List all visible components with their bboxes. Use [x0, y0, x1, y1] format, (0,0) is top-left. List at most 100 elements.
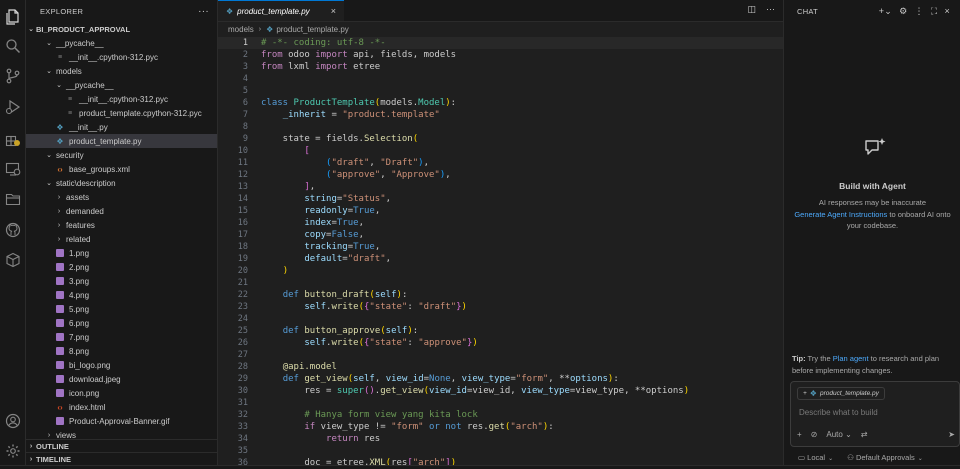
line-number: 2 [242, 50, 248, 60]
tree-item[interactable]: ≡ __init__.cpython-312.pyc [26, 92, 217, 106]
mode-picker[interactable]: Auto ⌄ [826, 430, 851, 439]
code-editor[interactable]: 1 # -*- coding: utf-8 -*- 2 from odoo impor… [218, 37, 783, 469]
search-icon[interactable] [4, 37, 22, 55]
code-token: if [304, 422, 316, 432]
line-number: 32 [237, 410, 248, 420]
breadcrumb-item-file[interactable]: product_template.py [276, 25, 349, 34]
more-actions-icon[interactable]: ⋮ [915, 6, 924, 17]
split-editor-icon[interactable]: ◫ [747, 4, 756, 15]
remote-explorer-icon[interactable] [4, 160, 22, 178]
code-token: super [336, 386, 364, 396]
folder-icon[interactable] [4, 190, 22, 208]
code-token: , [380, 170, 392, 180]
tree-item[interactable]: 6.png [26, 316, 217, 330]
tree-item[interactable]: Product-Approval-Banner.gif [26, 414, 217, 428]
project-root-folder[interactable]: ⌄ BI_PRODUCT_APPROVAL [26, 22, 217, 36]
code-line: 9 state = fields.Selection( [218, 133, 783, 145]
approvals-dropdown[interactable]: ⚇ Default Approvals ⌄ [847, 453, 923, 462]
code-token: : [548, 422, 554, 432]
tree-item-label: demanded [66, 206, 104, 216]
explorer-more-actions-button[interactable]: ··· [198, 6, 209, 17]
code-line: 17 copy=False, [218, 229, 783, 241]
code-line: 28 @api.model [218, 361, 783, 373]
tree-item[interactable]: 2.png [26, 260, 217, 274]
tree-item[interactable]: 3.png [26, 274, 217, 288]
tree-item[interactable]: 1.png [26, 246, 217, 260]
tree-item[interactable]: ⌄ __pycache__ [26, 78, 217, 92]
code-line: 22 def button_draft(self): [218, 289, 783, 301]
tree-item[interactable]: ❖ product_template.py [26, 134, 217, 148]
mode-label: Auto [826, 430, 843, 439]
line-number: 23 [237, 302, 248, 312]
code-line: 2 from odoo import api, fields, models [218, 49, 783, 61]
cube-extension-icon[interactable] [4, 251, 22, 269]
configure-tools-icon[interactable]: ⇄ [861, 430, 868, 439]
code-token: import [315, 50, 348, 60]
code-token: api, fields, models [347, 50, 457, 60]
run-debug-icon[interactable] [4, 98, 22, 116]
maximize-icon[interactable]: ⛶ [931, 6, 938, 17]
chat-input-placeholder[interactable]: Describe what to build [799, 408, 878, 417]
send-arrow-icon[interactable]: ➤ [948, 430, 955, 439]
tree-item[interactable]: download.jpeg [26, 372, 217, 386]
timeline-section[interactable]: › TIMELINE [26, 452, 217, 465]
add-context-plus-icon[interactable]: + [797, 430, 802, 439]
tree-item[interactable]: › related [26, 232, 217, 246]
tree-item[interactable]: bi_logo.png [26, 358, 217, 372]
explorer-files-icon[interactable] [4, 8, 22, 26]
code-token: button_approve [304, 326, 381, 336]
code-token: "Status" [342, 194, 386, 204]
github-icon[interactable] [4, 221, 22, 239]
more-actions-icon[interactable]: ··· [766, 4, 775, 15]
tree-item[interactable]: 8.png [26, 344, 217, 358]
tree-item-label: 2.png [69, 262, 90, 272]
tree-item[interactable]: › demanded [26, 204, 217, 218]
tree-item-label: security [56, 150, 84, 160]
plan-agent-link[interactable]: Plan agent [833, 354, 869, 363]
code-text: tracking=True, [261, 242, 380, 252]
outline-section[interactable]: › OUTLINE [26, 439, 217, 452]
tree-item[interactable]: › assets [26, 190, 217, 204]
tree-item[interactable]: ⌄ static\description [26, 176, 217, 190]
editor-tab-product-template[interactable]: ❖ product_template.py × [218, 0, 344, 21]
tree-item[interactable]: ⌄ security [26, 148, 217, 162]
source-control-icon[interactable] [4, 67, 22, 85]
editor-tab-bar: ❖ product_template.py × ◫ ··· [218, 0, 783, 22]
code-token: "arch" [510, 422, 543, 432]
code-token: readonly [304, 206, 348, 216]
line-number: 18 [237, 242, 248, 252]
tree-item[interactable]: ‹› index.html [26, 400, 217, 414]
tools-icon[interactable]: ⊘ [811, 430, 818, 439]
attached-file-chip[interactable]: + ❖ product_template.py [797, 387, 885, 400]
local-session-dropdown[interactable]: ▭ Local ⌄ [798, 453, 833, 462]
tree-item[interactable]: 7.png [26, 330, 217, 344]
project-root-label: BI_PRODUCT_APPROVAL [36, 24, 131, 34]
close-icon[interactable]: × [331, 6, 336, 16]
tree-item[interactable]: ⌄ __pycache__ [26, 36, 217, 50]
settings-gear-icon[interactable]: ⚙ [899, 6, 907, 17]
tree-item[interactable]: 5.png [26, 302, 217, 316]
breadcrumb-item-folder[interactable]: models [228, 25, 254, 34]
code-token: , [423, 158, 430, 168]
tree-item[interactable]: ≡ product_template.cpython-312.pyc [26, 106, 217, 120]
generate-instructions-link[interactable]: Generate Agent Instructions [794, 210, 887, 219]
tree-item[interactable]: ‹› base_groups.xml [26, 162, 217, 176]
tree-item[interactable]: ❖ __init__.py [26, 120, 217, 134]
tree-item[interactable]: icon.png [26, 386, 217, 400]
tree-item[interactable]: › features [26, 218, 217, 232]
chevron-down-icon: ⌄ [46, 152, 52, 159]
tree-item[interactable]: ⌄ models [26, 64, 217, 78]
tree-item[interactable]: ≡ __init__.cpython-312.pyc [26, 50, 217, 64]
code-line: 35 [218, 445, 783, 457]
settings-gear-icon[interactable] [4, 442, 22, 460]
code-token: lxml [282, 62, 316, 72]
close-icon[interactable]: × [944, 6, 950, 17]
extensions-icon[interactable] [4, 130, 22, 148]
chat-input-box[interactable]: + ❖ product_template.py Describe what to… [790, 381, 960, 447]
tree-item[interactable]: 4.png [26, 288, 217, 302]
code-token: @api.model [282, 362, 337, 372]
code-line: 33 if view_type != "form" or not res.get… [218, 421, 783, 433]
new-chat-plus-icon[interactable]: +⌄ [879, 6, 892, 17]
account-icon[interactable] [4, 412, 22, 430]
code-token: options [569, 374, 608, 384]
